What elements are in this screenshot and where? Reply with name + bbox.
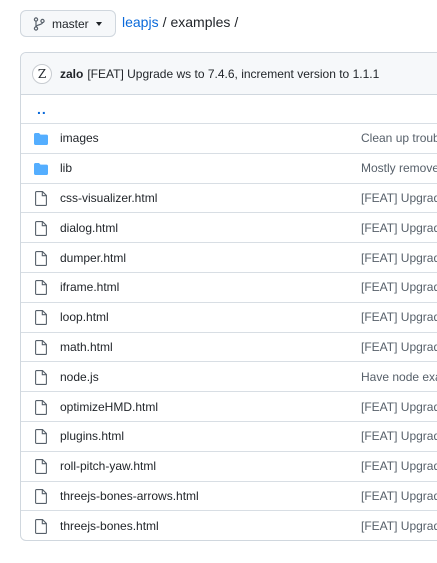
git-branch-icon: [33, 16, 45, 31]
file-row[interactable]: optimizeHMD.html [FEAT] Upgrad: [21, 392, 437, 422]
file-name-link[interactable]: threejs-bones-arrows.html: [60, 489, 199, 503]
file-icon: [34, 191, 48, 207]
file-icon: [34, 399, 48, 415]
file-commit-message[interactable]: Have node exa: [361, 370, 437, 384]
file-commit-message[interactable]: Mostly remove: [361, 161, 437, 175]
file-row[interactable]: math.html [FEAT] Upgrad: [21, 333, 437, 363]
file-commit-message[interactable]: [FEAT] Upgrad: [361, 459, 437, 473]
file-name-link[interactable]: node.js: [60, 370, 99, 384]
parent-directory-link[interactable]: ..: [37, 101, 47, 117]
file-row[interactable]: css-visualizer.html [FEAT] Upgrad: [21, 184, 437, 214]
file-list: images Clean up troub lib Mostly remove css-…: [21, 124, 437, 540]
file-commit-message[interactable]: [FEAT] Upgrad: [361, 519, 437, 533]
file-commit-message[interactable]: [FEAT] Upgrad: [361, 310, 437, 324]
breadcrumb-trailing-separator: /: [234, 14, 239, 30]
file-name-link[interactable]: roll-pitch-yaw.html: [60, 459, 156, 473]
commit-author[interactable]: zalo: [60, 67, 83, 81]
file-name-link[interactable]: dialog.html: [60, 221, 118, 235]
file-commit-message[interactable]: Clean up troub: [361, 131, 437, 145]
parent-directory-row[interactable]: ..: [21, 95, 437, 124]
file-icon: [34, 280, 48, 296]
file-commit-message[interactable]: [FEAT] Upgrad: [361, 191, 437, 205]
file-icon: [34, 369, 48, 385]
file-icon: [34, 340, 48, 356]
file-row[interactable]: node.js Have node exa: [21, 362, 437, 393]
folder-icon: [34, 131, 48, 147]
breadcrumb-current-dir: examples: [170, 14, 231, 30]
file-icon: [34, 310, 48, 326]
file-icon: [34, 489, 48, 505]
file-name-link[interactable]: threejs-bones.html: [60, 519, 159, 533]
file-icon: [34, 459, 48, 475]
file-name-link[interactable]: css-visualizer.html: [60, 191, 157, 205]
file-row[interactable]: threejs-bones-arrows.html [FEAT] Upgrad: [21, 482, 437, 512]
avatar[interactable]: Z: [32, 63, 52, 84]
file-commit-message[interactable]: [FEAT] Upgrad: [361, 280, 437, 294]
file-name-link[interactable]: dumper.html: [60, 251, 126, 265]
folder-icon: [34, 161, 48, 177]
file-icon: [34, 518, 48, 534]
branch-label: master: [52, 16, 89, 31]
file-row[interactable]: images Clean up troub: [21, 124, 437, 154]
file-row[interactable]: plugins.html [FEAT] Upgrad: [21, 422, 437, 452]
file-name-link[interactable]: iframe.html: [60, 280, 119, 294]
file-commit-message[interactable]: [FEAT] Upgrad: [361, 340, 437, 354]
file-name-link[interactable]: plugins.html: [60, 429, 124, 443]
file-row[interactable]: iframe.html [FEAT] Upgrad: [21, 273, 437, 303]
file-icon: [34, 250, 48, 266]
file-commit-message[interactable]: [FEAT] Upgrad: [361, 251, 437, 265]
file-row[interactable]: roll-pitch-yaw.html [FEAT] Upgrad: [21, 452, 437, 482]
breadcrumb: leapjs / examples /: [122, 14, 242, 30]
file-name-link[interactable]: lib: [60, 161, 72, 175]
file-browser: Z zalo [FEAT] Upgrade ws to 7.4.6, incre…: [20, 52, 437, 541]
file-commit-message[interactable]: [FEAT] Upgrad: [361, 400, 437, 414]
file-row[interactable]: dialog.html [FEAT] Upgrad: [21, 213, 437, 244]
breadcrumb-separator: /: [162, 14, 167, 30]
file-icon: [34, 220, 48, 236]
file-name-link[interactable]: optimizeHMD.html: [60, 400, 158, 414]
file-commit-message[interactable]: [FEAT] Upgrad: [361, 429, 437, 443]
commit-message[interactable]: [FEAT] Upgrade ws to 7.4.6, increment ve…: [87, 67, 379, 81]
file-row[interactable]: dumper.html [FEAT] Upgrad: [21, 243, 437, 273]
file-commit-message[interactable]: [FEAT] Upgrad: [361, 221, 437, 235]
branch-select-button[interactable]: master: [20, 10, 116, 37]
file-icon: [34, 429, 48, 445]
file-row[interactable]: lib Mostly remove: [21, 154, 437, 184]
file-row[interactable]: loop.html [FEAT] Upgrad: [21, 303, 437, 333]
file-name-link[interactable]: images: [60, 131, 99, 145]
file-name-link[interactable]: loop.html: [60, 310, 109, 324]
file-name-link[interactable]: math.html: [60, 340, 113, 354]
file-row[interactable]: threejs-bones.html [FEAT] Upgrad: [21, 511, 437, 540]
breadcrumb-repo-link[interactable]: leapjs: [122, 14, 159, 30]
latest-commit-bar: Z zalo [FEAT] Upgrade ws to 7.4.6, incre…: [21, 53, 437, 95]
chevron-down-icon: [95, 21, 102, 26]
file-commit-message[interactable]: [FEAT] Upgrad: [361, 489, 437, 503]
